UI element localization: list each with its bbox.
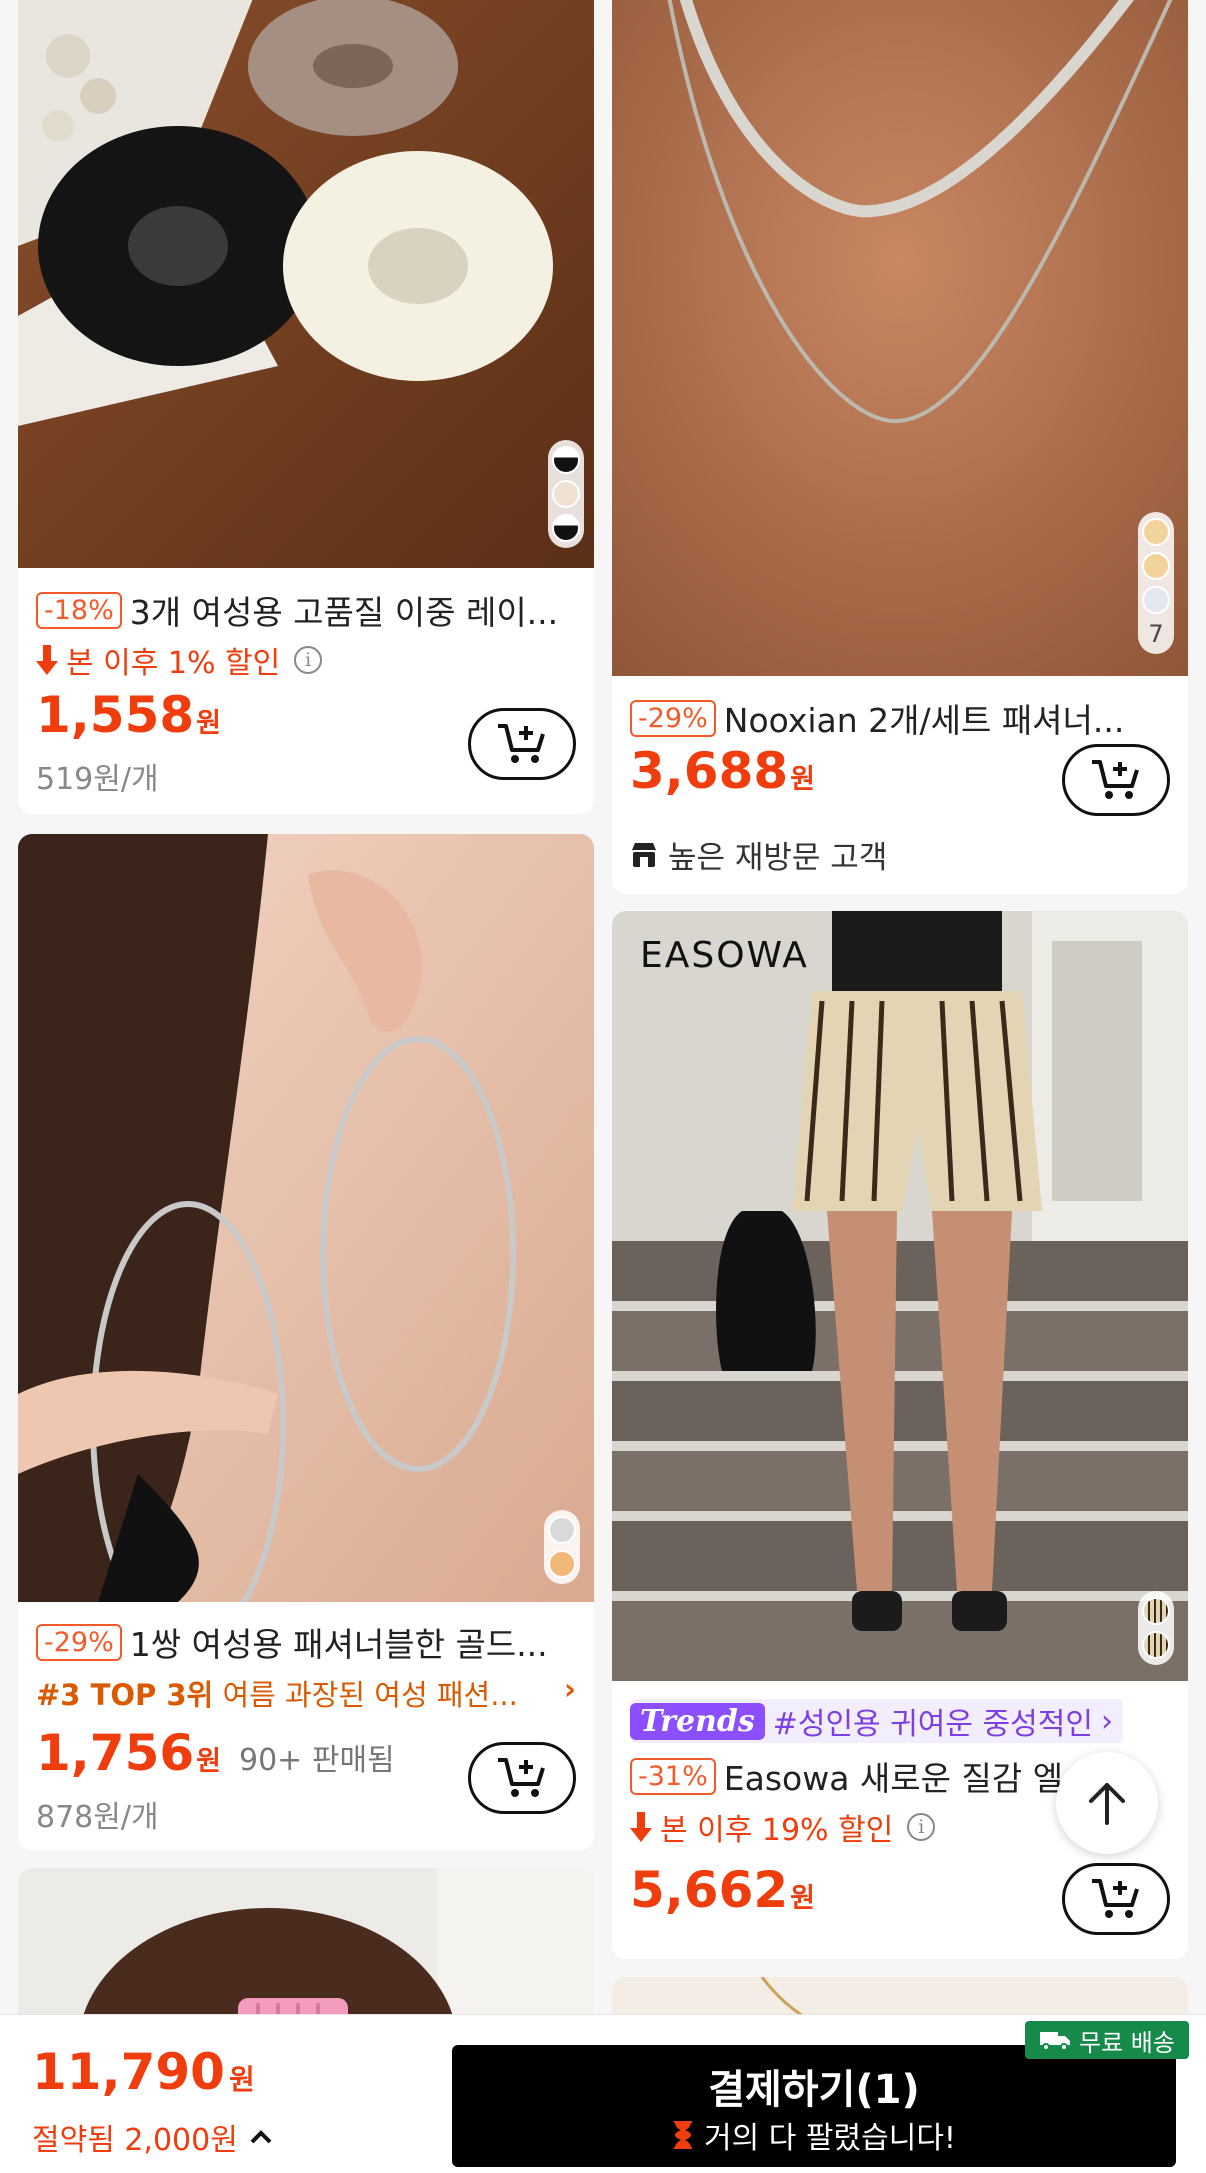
color-swatches[interactable] [544,1510,580,1584]
product-image[interactable] [18,0,594,568]
arrow-down-icon [36,645,58,675]
currency: 원 [196,1746,221,1777]
info-icon[interactable]: i [907,1813,936,1841]
currency: 원 [196,708,221,739]
chevron-right-icon: › [1100,1703,1113,1739]
cart-total: 11,790 원 [32,2043,255,2101]
color-swatches[interactable]: 7 [1138,512,1174,654]
color-swatches[interactable] [1138,1591,1174,1665]
total-value: 11,790 [32,2043,225,2101]
add-to-cart-button[interactable] [1062,1863,1170,1935]
hourglass-icon [674,2121,693,2149]
add-to-cart-icon [498,724,545,763]
price-value: 5,662 [630,1861,789,1919]
product-card[interactable]: -18% 3개 여성용 고품질 이중 레이... 본 이후 1% 할인 i 1,… [18,0,594,814]
product-title: 1쌍 여성용 패셔너블한 골드... [129,1625,548,1664]
add-to-cart-icon [1092,760,1139,799]
swatch[interactable] [1142,1597,1170,1625]
price-drop-notice: 본 이후 19% 할인 i [630,1805,936,1849]
currency: 원 [228,2063,255,2096]
swatch[interactable] [1142,1631,1170,1659]
swatch-count: 7 [1148,620,1164,648]
chevron-right-icon: › [558,1672,576,1706]
discount-badge: -29% [630,699,716,737]
ranking-link[interactable]: #3 TOP 3위 여름 과장된 여성 패션... › [36,1672,576,1714]
store-tag: 높은 재방문 고객 [630,832,887,877]
unit-price: 878원/개 [36,1800,159,1835]
currency: 원 [790,1883,815,1914]
product-feed: -18% 3개 여성용 고품질 이중 레이... 본 이후 1% 할인 i 1,… [0,0,1206,2173]
product-price: 3,688 원 [630,742,815,800]
trend-text: #성인용 귀여운 중성적인 [772,1707,1093,1742]
store-icon [632,842,656,867]
checkout-button[interactable]: 결제하기(1) 거의 다 팔렸습니다! [452,2045,1176,2167]
checkout-sub-text: 거의 다 팔렸습니다! [704,2121,956,2156]
product-image[interactable] [18,834,594,1602]
price-value: 1,558 [36,686,195,744]
color-swatches[interactable] [548,440,584,548]
discount-badge: -29% [36,1623,122,1661]
price-drop-text: 본 이후 19% 할인 [660,1813,894,1848]
product-title-row[interactable]: -29% Nooxian 2개/세트 패셔너... [630,694,1170,742]
scroll-to-top-button[interactable] [1056,1752,1158,1854]
rank-text: 여름 과장된 여성 패션... [222,1678,518,1712]
store-tag-text: 높은 재방문 고객 [668,840,888,876]
price-value: 3,688 [630,742,789,800]
swatch[interactable] [548,1550,576,1578]
savings-text: 절약됨 2,000원 [32,2123,238,2158]
discount-badge: -18% [36,591,122,629]
arrow-up-icon [1089,1783,1125,1825]
price-value: 1,756 [36,1724,195,1782]
savings-toggle[interactable]: 절약됨 2,000원 [32,2115,272,2159]
product-title-row[interactable]: -29% 1쌍 여성용 패셔너블한 골드... [36,1618,576,1666]
swatch[interactable] [1142,586,1170,614]
product-title: 3개 여성용 고품질 이중 레이... [129,593,559,632]
product-price: 5,662 원 [630,1861,815,1919]
free-shipping-badge: 무료 배송 [1025,2021,1189,2059]
product-title: Easowa 새로운 질감 엘... [723,1759,1095,1798]
swatch[interactable] [552,446,580,474]
add-to-cart-icon [1092,1879,1139,1918]
price-drop-notice: 본 이후 1% 할인 i [36,638,323,682]
product-card[interactable]: -29% 1쌍 여성용 패셔너블한 골드... #3 TOP 3위 여름 과장된… [18,834,594,1850]
add-to-cart-button[interactable] [468,708,576,780]
swatch[interactable] [552,514,580,542]
rank-label: #3 TOP 3위 [36,1678,214,1712]
swatch[interactable] [1142,552,1170,580]
trend-tag[interactable]: Trends #성인용 귀여운 중성적인 › [630,1699,1123,1743]
product-price: 1,756 원 90+ 판매됨 [36,1724,395,1782]
chevron-up-icon [250,2130,272,2144]
price-drop-text: 본 이후 1% 할인 [66,646,281,681]
product-title-row[interactable]: -18% 3개 여성용 고품질 이중 레이... [36,586,576,634]
currency: 원 [790,764,815,795]
swatch[interactable] [552,480,580,508]
product-title: Nooxian 2개/세트 패셔너... [723,701,1125,740]
unit-price: 519원/개 [36,762,159,797]
add-to-cart-button[interactable] [468,1742,576,1814]
discount-badge: -31% [630,1757,716,1795]
product-image[interactable] [612,0,1188,676]
checkout-label: 결제하기(1) [708,2067,920,2113]
checkout-urgency: 거의 다 팔렸습니다! [452,2113,1176,2157]
product-image[interactable]: EASOWA [612,911,1188,1681]
swatch[interactable] [1142,518,1170,546]
brand-watermark: EASOWA [640,935,809,976]
free-shipping-text: 무료 배송 [1079,2028,1175,2057]
product-price: 1,558 원 [36,686,221,744]
add-to-cart-button[interactable] [1062,744,1170,816]
swatch[interactable] [548,1516,576,1544]
product-card[interactable]: 7 -29% Nooxian 2개/세트 패셔너... 3,688 원 높은 재… [612,0,1188,894]
sold-count: 90+ 판매됨 [239,1743,395,1778]
trend-badge: Trends [630,1702,765,1740]
truck-icon [1040,2032,1070,2051]
info-icon[interactable]: i [294,646,323,674]
arrow-down-icon [630,1812,652,1842]
add-to-cart-icon [498,1758,545,1797]
